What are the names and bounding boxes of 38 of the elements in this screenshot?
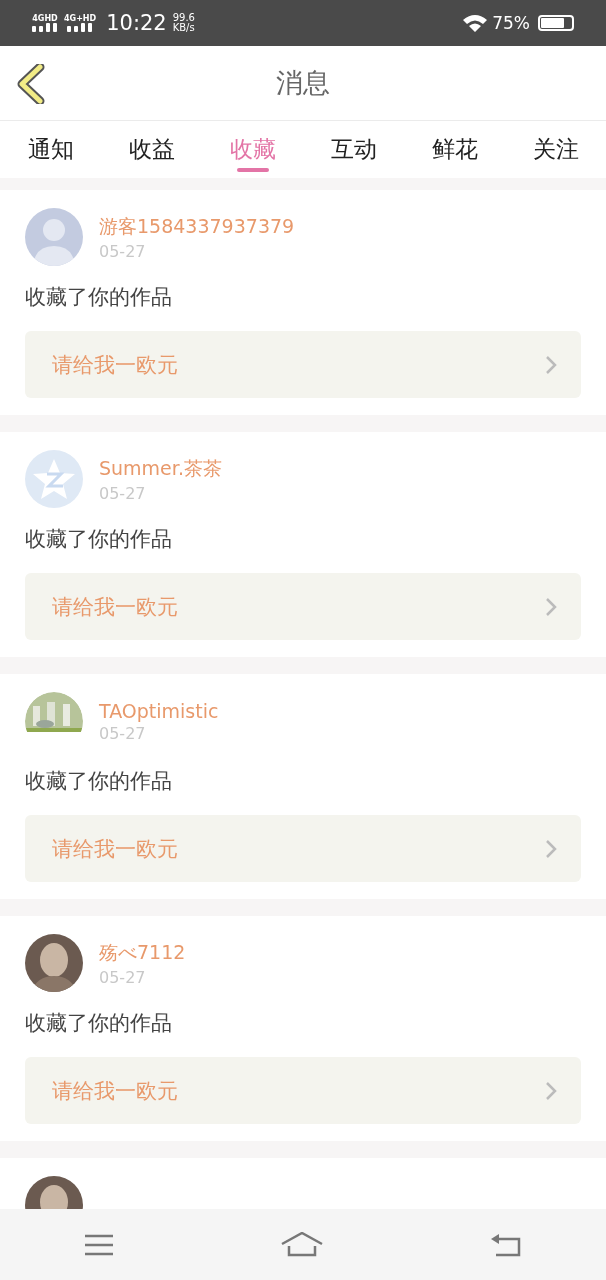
work-link[interactable]: 请给我一欧元	[25, 331, 581, 398]
chevron-right-icon	[545, 354, 557, 375]
tab[interactable]: 通知	[0, 121, 101, 178]
tab[interactable]: 收益	[101, 121, 202, 178]
battery-icon	[538, 15, 574, 31]
user-name[interactable]: Summer.茶茶	[99, 455, 222, 482]
message-text: 收藏了你的作品	[25, 768, 173, 795]
battery-percent: 75%	[492, 13, 530, 33]
tab[interactable]: 互动	[303, 121, 404, 178]
user-name[interactable]: 游客1584337937379	[99, 213, 295, 240]
message-text: 收藏了你的作品	[25, 1010, 173, 1037]
work-link[interactable]: 请给我一欧元	[25, 815, 581, 882]
work-link[interactable]: 请给我一欧元	[25, 573, 581, 640]
signal-icon	[32, 23, 58, 32]
chevron-right-icon	[545, 596, 557, 617]
work-link[interactable]: 请给我一欧元	[25, 1057, 581, 1124]
person-avatar-icon	[25, 934, 83, 992]
chevron-right-icon	[545, 838, 557, 859]
tab[interactable]: 关注	[505, 121, 606, 178]
network-speed: 99.6	[172, 13, 195, 23]
tab[interactable]: 收藏	[202, 121, 303, 178]
message-text: 收藏了你的作品	[25, 284, 173, 311]
network-label: 4GHD	[32, 14, 58, 23]
chevron-right-icon	[545, 1080, 557, 1101]
back-nav-icon[interactable]	[490, 1232, 523, 1257]
speed-unit: KB/s	[172, 23, 195, 33]
clock: 10:22	[106, 11, 167, 35]
page-title: 消息	[276, 66, 330, 100]
menu-icon[interactable]	[83, 1233, 114, 1256]
wifi-icon	[462, 13, 489, 33]
message-text: 收藏了你的作品	[25, 526, 173, 553]
tab[interactable]: 鲜花	[404, 121, 505, 178]
user-name[interactable]: TAOptimistic	[99, 699, 219, 722]
home-icon[interactable]	[281, 1231, 323, 1258]
back-icon[interactable]	[16, 64, 46, 104]
user-name[interactable]: 殇べ7112	[99, 939, 186, 966]
signal-icon	[67, 23, 94, 32]
network-label: 4G+HD	[64, 14, 97, 23]
